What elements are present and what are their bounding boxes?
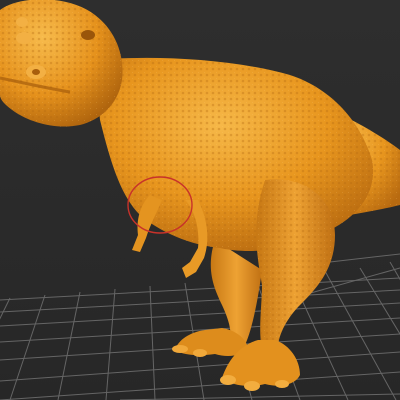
ground-grid [0, 253, 400, 400]
3d-viewport[interactable] [0, 0, 400, 400]
eye [81, 30, 95, 40]
viewport-canvas[interactable] [0, 0, 400, 400]
